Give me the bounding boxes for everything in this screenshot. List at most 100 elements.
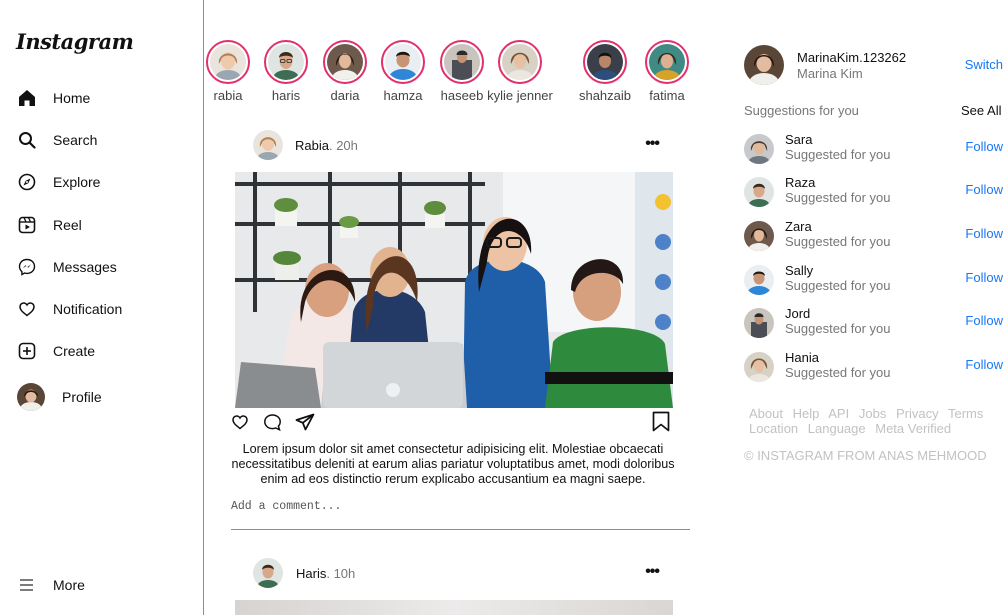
heart-icon[interactable]	[231, 413, 251, 433]
sidebar-item-label: Messages	[53, 259, 117, 275]
sidebar-item-label: Notification	[53, 301, 123, 317]
suggestion-name[interactable]: Sara	[785, 132, 812, 147]
footer-link-api[interactable]: API	[828, 406, 849, 421]
avatar[interactable]	[744, 352, 774, 382]
footer-link-meta-verified[interactable]: Meta Verified	[875, 421, 951, 436]
story-name: fatima	[649, 88, 685, 103]
footer-link-jobs[interactable]: Jobs	[859, 406, 886, 421]
current-username[interactable]: MarinaKim.123262	[797, 50, 906, 65]
more-options-icon[interactable]: •••	[645, 563, 660, 581]
plus-square-icon	[17, 341, 37, 361]
follow-button[interactable]: Follow	[965, 182, 1003, 197]
follow-button[interactable]: Follow	[965, 139, 1003, 154]
post-username[interactable]: Rabia	[295, 138, 329, 153]
follow-button[interactable]: Follow	[965, 270, 1003, 285]
sidebar-item-explore[interactable]: Explore	[17, 170, 100, 194]
home-icon	[17, 88, 37, 108]
avatar[interactable]	[744, 177, 774, 207]
avatar[interactable]	[744, 45, 784, 85]
sidebar: Instagram Home Search Explore Reel Messa…	[0, 0, 204, 615]
sidebar-item-create[interactable]: Create	[17, 339, 95, 363]
sidebar-item-label: Explore	[53, 174, 101, 190]
sidebar-item-label: Home	[53, 90, 91, 106]
suggestion-item: Jord Suggested for you Follow	[744, 306, 1006, 340]
heart-icon	[17, 299, 37, 319]
avatar	[268, 44, 304, 80]
suggestion-item: Hania Suggested for you Follow	[744, 350, 1006, 384]
avatar	[444, 44, 480, 80]
suggestion-name[interactable]: Jord	[785, 306, 810, 321]
sidebar-item-messages[interactable]: Messages	[17, 255, 117, 279]
story-item[interactable]: kylie jenner	[487, 40, 553, 103]
footer-link-language[interactable]: Language	[808, 421, 866, 436]
sidebar-item-label: More	[53, 577, 85, 593]
suggestion-name[interactable]: Raza	[785, 175, 815, 190]
reel-icon	[17, 215, 37, 235]
post-time: . 20h	[328, 137, 358, 153]
post-header: Rabia . 20h •••	[253, 129, 673, 161]
footer-link-about[interactable]: About	[749, 406, 783, 421]
avatar[interactable]	[744, 308, 774, 338]
search-icon	[17, 130, 37, 150]
compass-icon	[17, 172, 37, 192]
avatar[interactable]	[744, 134, 774, 164]
more-options-icon[interactable]: •••	[645, 135, 660, 153]
sidebar-item-home[interactable]: Home	[17, 86, 90, 110]
suggestions-title: Suggestions for you	[744, 103, 859, 118]
suggestion-subtext: Suggested for you	[785, 278, 891, 293]
avatar	[17, 383, 45, 411]
avatar	[649, 44, 685, 80]
suggestion-item: Sally Suggested for you Follow	[744, 263, 1006, 297]
sidebar-item-profile[interactable]: Profile	[17, 383, 102, 411]
suggestion-item: Raza Suggested for you Follow	[744, 175, 1006, 209]
avatar[interactable]	[253, 558, 283, 588]
avatar[interactable]	[744, 221, 774, 251]
bookmark-icon[interactable]	[651, 411, 671, 432]
footer-link-terms[interactable]: Terms	[948, 406, 983, 421]
sidebar-item-more[interactable]: More	[17, 573, 85, 597]
current-user: MarinaKim.123262 Marina Kim Switch	[744, 45, 1006, 85]
follow-button[interactable]: Follow	[965, 357, 1003, 372]
suggestion-subtext: Suggested for you	[785, 190, 891, 205]
post-username[interactable]: Haris	[296, 566, 326, 581]
suggestion-item: Zara Suggested for you Follow	[744, 219, 1006, 253]
post-header: Haris . 10h •••	[253, 557, 673, 589]
share-icon[interactable]	[295, 413, 315, 433]
sidebar-item-label: Search	[53, 132, 98, 148]
suggestion-name[interactable]: Zara	[785, 219, 812, 234]
switch-account-link[interactable]: Switch	[965, 57, 1003, 72]
suggestion-name[interactable]: Hania	[785, 350, 819, 365]
avatar	[502, 44, 538, 80]
sidebar-item-search[interactable]: Search	[17, 128, 97, 152]
follow-button[interactable]: Follow	[965, 313, 1003, 328]
comment-icon[interactable]	[263, 413, 283, 433]
sidebar-item-reel[interactable]: Reel	[17, 213, 82, 237]
suggestion-item: Sara Suggested for you Follow	[744, 132, 1006, 166]
suggestion-subtext: Suggested for you	[785, 321, 891, 336]
hamburger-icon	[17, 575, 37, 595]
suggestion-name[interactable]: Sally	[785, 263, 813, 278]
sidebar-item-label: Reel	[53, 217, 82, 233]
post-caption: Lorem ipsum dolor sit amet consectetur a…	[231, 442, 675, 486]
avatar	[385, 44, 421, 80]
footer-link-privacy[interactable]: Privacy	[896, 406, 939, 421]
footer-link-help[interactable]: Help	[793, 406, 820, 421]
post-image	[235, 172, 673, 408]
current-fullname: Marina Kim	[797, 66, 863, 81]
suggestion-subtext: Suggested for you	[785, 365, 891, 380]
avatar	[210, 44, 246, 80]
sidebar-item-notification[interactable]: Notification	[17, 297, 122, 321]
messenger-icon	[17, 257, 37, 277]
see-all-link[interactable]: See All	[961, 103, 1001, 118]
sidebar-item-label: Profile	[62, 389, 102, 405]
footer-link-location[interactable]: Location	[749, 421, 798, 436]
story-item[interactable]: fatima	[637, 40, 697, 103]
suggestion-subtext: Suggested for you	[785, 234, 891, 249]
sidebar-item-label: Create	[53, 343, 96, 359]
follow-button[interactable]: Follow	[965, 226, 1003, 241]
avatar[interactable]	[253, 130, 283, 160]
copyright: © INSTAGRAM FROM ANAS MEHMOOD	[744, 448, 987, 463]
avatar[interactable]	[744, 265, 774, 295]
instagram-logo[interactable]: Instagram	[16, 29, 134, 54]
comment-input[interactable]	[231, 498, 690, 530]
